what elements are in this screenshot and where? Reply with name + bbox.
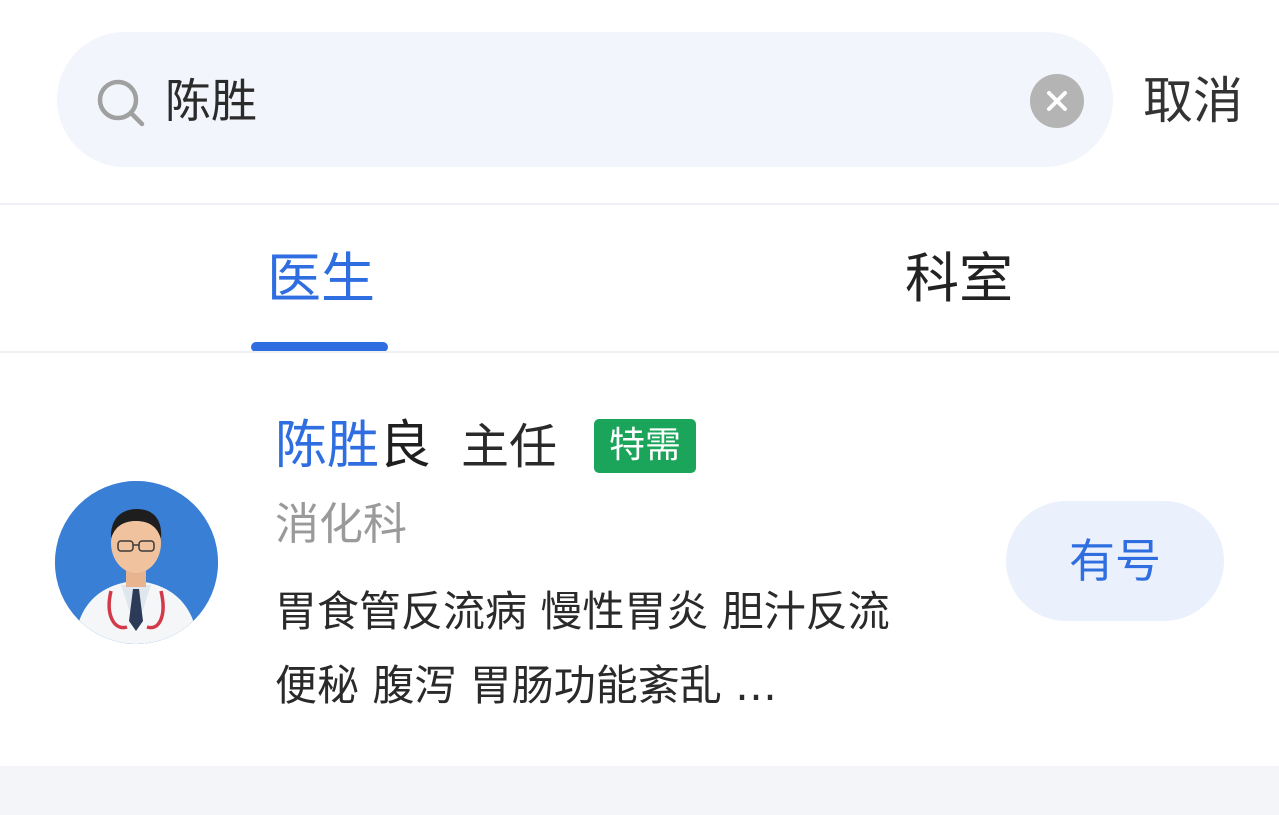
header-divider xyxy=(0,203,1279,205)
tab-departments[interactable]: 科室 xyxy=(905,244,1013,314)
doctor-title: 主任 xyxy=(461,419,558,475)
list-bottom-spacer xyxy=(0,766,1279,815)
doctor-avatar xyxy=(55,481,218,644)
doctor-department: 消化科 xyxy=(275,499,407,550)
doctor-name-match: 陈胜 xyxy=(275,416,380,476)
doctor-name-row: 陈胜良 主任 xyxy=(275,411,557,481)
search-results-page: 取消 医生 科室 xyxy=(0,0,1279,815)
close-icon xyxy=(1047,91,1067,111)
doctor-specialty: 胃食管反流病 慢性胃炎 胆汁反流 便秘 腹泻 胃肠功能紊乱 … xyxy=(275,587,890,710)
special-clinic-badge: 特需 xyxy=(594,419,696,473)
cancel-button[interactable]: 取消 xyxy=(1143,68,1243,134)
doctor-name-rest: 良 xyxy=(379,416,432,476)
clear-search-button[interactable] xyxy=(1030,74,1084,128)
doctor-result-card[interactable]: 陈胜良 主任 特需 消化科 胃食管反流病 慢性胃炎 胆汁反流 便秘 腹泻 胃肠功能… xyxy=(0,353,1279,766)
tab-doctors[interactable]: 医生 xyxy=(267,244,375,314)
search-input[interactable] xyxy=(165,68,965,134)
availability-button[interactable]: 有号 xyxy=(1006,501,1224,621)
search-icon xyxy=(95,77,147,129)
